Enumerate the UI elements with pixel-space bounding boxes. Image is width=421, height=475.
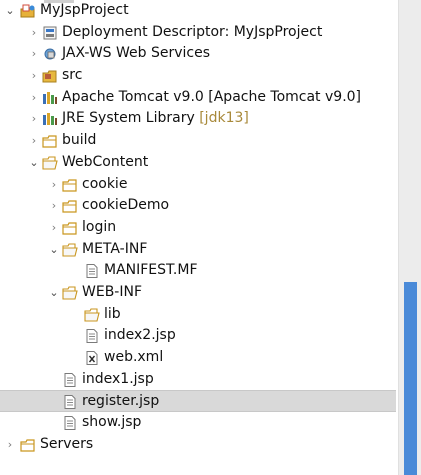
tree-item-label: register.jsp (82, 393, 160, 410)
chevron-right-icon[interactable]: › (48, 217, 60, 239)
tree-item-label: cookie (82, 175, 128, 192)
project-tree: ⌄ MyJspProject › Deployment Descriptor: … (0, 0, 396, 475)
tree-item-label: lib (104, 305, 121, 322)
xml-file-icon (86, 351, 98, 365)
chevron-right-icon[interactable]: › (4, 434, 16, 456)
tree-item-lib[interactable]: lib (0, 304, 396, 326)
folder-open-icon (84, 308, 100, 322)
chevron-right-icon[interactable]: › (28, 43, 40, 65)
tree-item-label: JRE System Library [jdk13] (62, 108, 249, 130)
tree-item-label: JAX-WS Web Services (62, 45, 211, 62)
tree-item-myjspproject[interactable]: ⌄ MyJspProject (0, 0, 396, 22)
tree-item-label: show.jsp (82, 414, 142, 431)
web-services-icon (44, 48, 56, 60)
tree-item-servers[interactable]: › Servers (0, 434, 396, 456)
jsp-file-icon (64, 372, 76, 387)
project-explorer-view: ⌄ MyJspProject › Deployment Descriptor: … (0, 0, 421, 475)
tree-item-jax-ws-web-services[interactable]: › JAX-WS Web Services (0, 43, 396, 65)
tree-item-label: login (82, 218, 117, 235)
jsp-file-icon (64, 395, 76, 410)
tree-item-label: Servers (40, 435, 94, 452)
chevron-down-icon[interactable]: ⌄ (48, 239, 60, 261)
tree-item-index2-jsp[interactable]: index2.jsp (0, 325, 396, 347)
folder-open-icon (62, 243, 78, 257)
tree-item-cookie[interactable]: › cookie (0, 174, 396, 196)
chevron-right-icon[interactable]: › (28, 22, 40, 44)
jsp-file-icon (64, 416, 76, 431)
vertical-scrollbar[interactable] (398, 0, 421, 475)
manifest-file-icon (86, 264, 98, 279)
folder-open-icon (42, 156, 58, 170)
tree-item-label: Apache Tomcat v9.0 [Apache Tomcat v9.0] (62, 88, 362, 105)
tree-item-label: MyJspProject (40, 2, 129, 18)
chevron-down-icon[interactable]: ⌄ (48, 282, 60, 304)
tree-item-label: MANIFEST.MF (104, 262, 198, 279)
tree-item-jre-system-library[interactable]: › JRE System Library [jdk13] (0, 108, 396, 130)
tree-item-build[interactable]: › build (0, 130, 396, 152)
tree-item-decoration: [jdk13] (199, 110, 249, 127)
tree-item-register-jsp[interactable]: register.jsp (0, 390, 396, 413)
tree-item-label: WEB-INF (82, 283, 142, 300)
folder-icon (20, 439, 35, 452)
tree-item-label: WebContent (62, 153, 149, 170)
tree-item-manifest-mf[interactable]: MANIFEST.MF (0, 260, 396, 282)
scrollbar-thumb[interactable] (404, 282, 417, 475)
tree-item-apache-tomcat[interactable]: › Apache Tomcat v9.0 [Apache Tomcat v9.0… (0, 87, 396, 109)
folder-icon (62, 222, 77, 235)
tree-item-label: index1.jsp (82, 370, 154, 387)
project-icon (20, 4, 35, 18)
folder-icon (62, 178, 77, 192)
tree-item-meta-inf[interactable]: ⌄ META-INF (0, 239, 396, 261)
tree-item-login[interactable]: › login (0, 217, 396, 239)
tree-item-label: web.xml (104, 349, 164, 365)
tree-item-label: index2.jsp (104, 327, 176, 344)
chevron-down-icon[interactable]: ⌄ (28, 152, 40, 174)
jsp-file-icon (86, 329, 98, 344)
library-icon (43, 113, 57, 126)
tree-item-show-jsp[interactable]: show.jsp (0, 412, 396, 434)
tree-item-text: JRE System Library (62, 110, 195, 127)
deployment-descriptor-icon (43, 26, 57, 40)
tree-item-label: META-INF (82, 240, 148, 257)
folder-icon (62, 200, 77, 213)
chevron-right-icon[interactable]: › (48, 195, 60, 217)
tree-item-label: cookieDemo (82, 197, 170, 214)
tree-item-label: src (62, 67, 83, 84)
tree-item-label: Deployment Descriptor: MyJspProject (62, 23, 323, 40)
folder-icon (42, 135, 57, 148)
tree-item-webcontent[interactable]: ⌄ WebContent (0, 152, 396, 174)
chevron-right-icon[interactable]: › (28, 65, 40, 87)
tree-item-web-xml[interactable]: web.xml (0, 347, 396, 369)
tree-item-web-inf[interactable]: ⌄ WEB-INF (0, 282, 396, 304)
chevron-right-icon[interactable]: › (28, 130, 40, 152)
chevron-right-icon[interactable]: › (28, 108, 40, 130)
tree-item-label: build (62, 132, 97, 149)
tree-item-index1-jsp[interactable]: index1.jsp (0, 369, 396, 391)
tree-item-src[interactable]: › src (0, 65, 396, 87)
chevron-down-icon[interactable]: ⌄ (4, 0, 16, 22)
chevron-right-icon[interactable]: › (28, 87, 40, 109)
folder-open-icon (62, 286, 78, 300)
tree-item-deployment-descriptor[interactable]: › Deployment Descriptor: MyJspProject (0, 22, 396, 44)
library-icon (43, 91, 57, 104)
chevron-right-icon[interactable]: › (48, 174, 60, 196)
tree-item-cookiedemo[interactable]: › cookieDemo (0, 195, 396, 217)
source-folder-icon (42, 70, 57, 83)
